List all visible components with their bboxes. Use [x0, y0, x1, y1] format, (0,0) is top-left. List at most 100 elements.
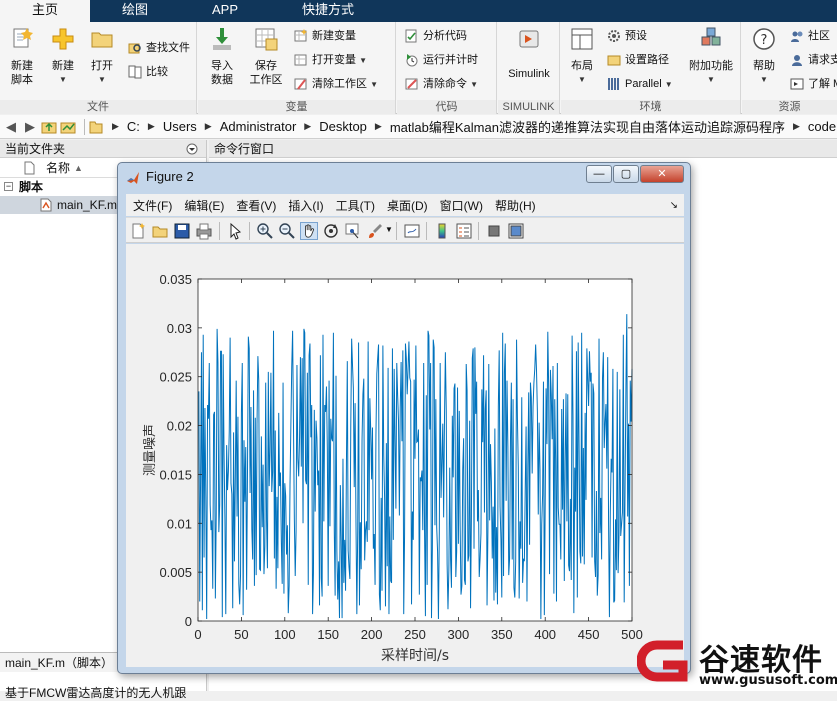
zoom-out-icon[interactable]	[278, 222, 296, 240]
save-workspace-button[interactable]: 保存 工作区	[246, 26, 286, 87]
x-tick-label: 300	[448, 627, 470, 642]
find-files-button[interactable]: 查找文件	[126, 38, 190, 58]
toolbar-separator	[478, 222, 479, 240]
request-support-button[interactable]: 请求支	[788, 50, 837, 70]
clear-workspace-button[interactable]: 清除工作区 ▼	[292, 74, 378, 94]
open-file-icon[interactable]	[151, 222, 169, 240]
figure-canvas: 0 50 100 150 200 250 300 350 400 450 500 0 0.005 0.01…	[126, 244, 684, 667]
toolbar-separator	[249, 222, 250, 240]
toolbar-separator	[426, 222, 427, 240]
menu-help[interactable]: 帮助(H)	[495, 197, 536, 214]
run-and-time-button[interactable]: 运行并计时	[403, 50, 478, 70]
resources-group: ? 帮助 ▼ 社区 请求支 了解 M 资源	[742, 22, 837, 114]
new-plus-icon	[52, 28, 74, 50]
layout-button[interactable]: 布局 ▼	[564, 26, 600, 87]
y-tick-label: 0.005	[159, 565, 192, 580]
close-button[interactable]: ✕	[640, 165, 684, 183]
hide-plot-tools-icon[interactable]	[485, 222, 503, 240]
analyze-code-icon	[405, 29, 417, 43]
save-workspace-icon	[255, 28, 278, 51]
back-arrow-icon[interactable]: ◀	[3, 119, 19, 135]
simulink-group: Simulink SIMULINK	[498, 22, 560, 114]
import-data-button[interactable]: 导入 数据	[204, 26, 240, 87]
figure-window: Figure 2 — ▢ ✕ 文件(F) 编辑(E) 查看(V) 插入(I) 工…	[117, 162, 691, 674]
variable-group: 导入 数据 保存 工作区 新建变量 打开变量 ▼ 清除工作区 ▼ 变量	[198, 22, 396, 114]
menu-view[interactable]: 查看(V)	[236, 197, 276, 214]
learn-matlab-button[interactable]: 了解 M	[788, 74, 837, 94]
breadcrumb-administrator[interactable]: Administrator	[220, 119, 297, 134]
toolbar-separator	[219, 222, 220, 240]
breadcrumb-code[interactable]: code	[808, 119, 836, 134]
analyze-code-button[interactable]: 分析代码	[403, 26, 467, 46]
maximize-button[interactable]: ▢	[613, 165, 639, 183]
new-figure-icon[interactable]	[129, 222, 147, 240]
root-folder-icon[interactable]	[88, 119, 104, 135]
request-support-icon	[792, 55, 802, 66]
colorbar-icon[interactable]	[433, 222, 451, 240]
x-tick-label: 250	[404, 627, 426, 642]
breadcrumb-c[interactable]: C:	[127, 119, 140, 134]
preferences-button[interactable]: 预设	[605, 26, 647, 46]
x-tick-label: 150	[317, 627, 339, 642]
pan-hand-icon[interactable]	[300, 222, 318, 240]
open-button[interactable]: 打开 ▼	[86, 26, 118, 87]
simulink-button[interactable]: Simulink	[501, 26, 557, 81]
new-variable-button[interactable]: 新建变量	[292, 26, 356, 46]
run-and-time-icon	[406, 54, 418, 67]
import-data-icon	[213, 28, 231, 50]
browse-folder-icon[interactable]	[60, 119, 76, 135]
menu-insert[interactable]: 插入(I)	[288, 197, 323, 214]
new-script-button[interactable]: 新建 脚本	[4, 26, 40, 87]
open-variable-button[interactable]: 打开变量 ▼	[292, 50, 367, 70]
zoom-in-icon[interactable]	[256, 222, 274, 240]
svg-text:?: ?	[761, 33, 768, 48]
tab-home[interactable]: 主页	[0, 0, 90, 22]
x-tick-label: 450	[578, 627, 600, 642]
compare-button[interactable]: 比较	[126, 62, 168, 82]
parallel-button[interactable]: Parallel ▼	[605, 74, 673, 94]
tab-apps[interactable]: APP	[180, 0, 270, 22]
parallel-icon	[608, 78, 619, 90]
help-button[interactable]: ? 帮助 ▼	[746, 26, 782, 87]
address-bar: ◀ ▶ ▶ C: ▶ Users ▶ Administrator ▶ Desktop ▶…	[0, 115, 837, 139]
brush-dropdown-icon[interactable]: ▼	[385, 225, 393, 234]
minimize-button[interactable]: —	[586, 165, 612, 183]
addons-button[interactable]: 附加功能 ▼	[685, 26, 737, 87]
environment-group: 布局 ▼ 预设 设置路径 Parallel ▼ 附加功能 ▼ 环境	[561, 22, 741, 114]
breadcrumb-users[interactable]: Users	[163, 119, 197, 134]
name-column-header[interactable]: 名称	[46, 158, 70, 178]
figure-menu-bar: 文件(F) 编辑(E) 查看(V) 插入(I) 工具(T) 桌面(D) 窗口(W…	[126, 194, 684, 216]
panel-menu-icon[interactable]	[186, 143, 198, 155]
save-icon[interactable]	[173, 222, 191, 240]
code-group-label: 代码	[397, 100, 496, 114]
x-tick-label: 100	[274, 627, 296, 642]
up-folder-icon[interactable]	[41, 119, 57, 135]
brush-icon[interactable]	[366, 222, 384, 240]
community-button[interactable]: 社区	[788, 26, 830, 46]
sort-ascending-icon[interactable]: ▲	[74, 158, 83, 178]
menu-desktop[interactable]: 桌面(D)	[387, 197, 428, 214]
data-cursor-icon[interactable]	[344, 222, 362, 240]
tab-plots[interactable]: 绘图	[90, 0, 180, 22]
dock-arrow-icon[interactable]: ↘	[670, 200, 678, 211]
pointer-icon[interactable]	[226, 222, 244, 240]
tab-shortcuts[interactable]: 快捷方式	[270, 0, 386, 22]
figure-title-bar[interactable]: Figure 2 — ▢ ✕	[118, 163, 690, 191]
menu-tools[interactable]: 工具(T)	[336, 197, 375, 214]
show-plot-tools-icon[interactable]	[507, 222, 525, 240]
link-plot-icon[interactable]	[403, 222, 421, 240]
rotate-3d-icon[interactable]	[322, 222, 340, 240]
breadcrumb-desktop[interactable]: Desktop	[319, 119, 367, 134]
print-icon[interactable]	[195, 222, 213, 240]
legend-icon[interactable]	[455, 222, 473, 240]
collapse-toggle-icon[interactable]: −	[4, 182, 13, 191]
forward-arrow-icon[interactable]: ▶	[22, 119, 38, 135]
set-path-button[interactable]: 设置路径	[605, 50, 669, 70]
clear-commands-button[interactable]: 清除命令 ▼	[403, 74, 478, 94]
new-button[interactable]: 新建 ▼	[46, 26, 80, 87]
clear-workspace-icon	[294, 78, 307, 90]
breadcrumb-project[interactable]: matlab编程Kalman滤波器的递推算法实现自由落体运动追踪源码程序	[390, 117, 785, 136]
menu-edit[interactable]: 编辑(E)	[184, 197, 224, 214]
menu-window[interactable]: 窗口(W)	[440, 197, 483, 214]
menu-file[interactable]: 文件(F)	[133, 197, 172, 214]
